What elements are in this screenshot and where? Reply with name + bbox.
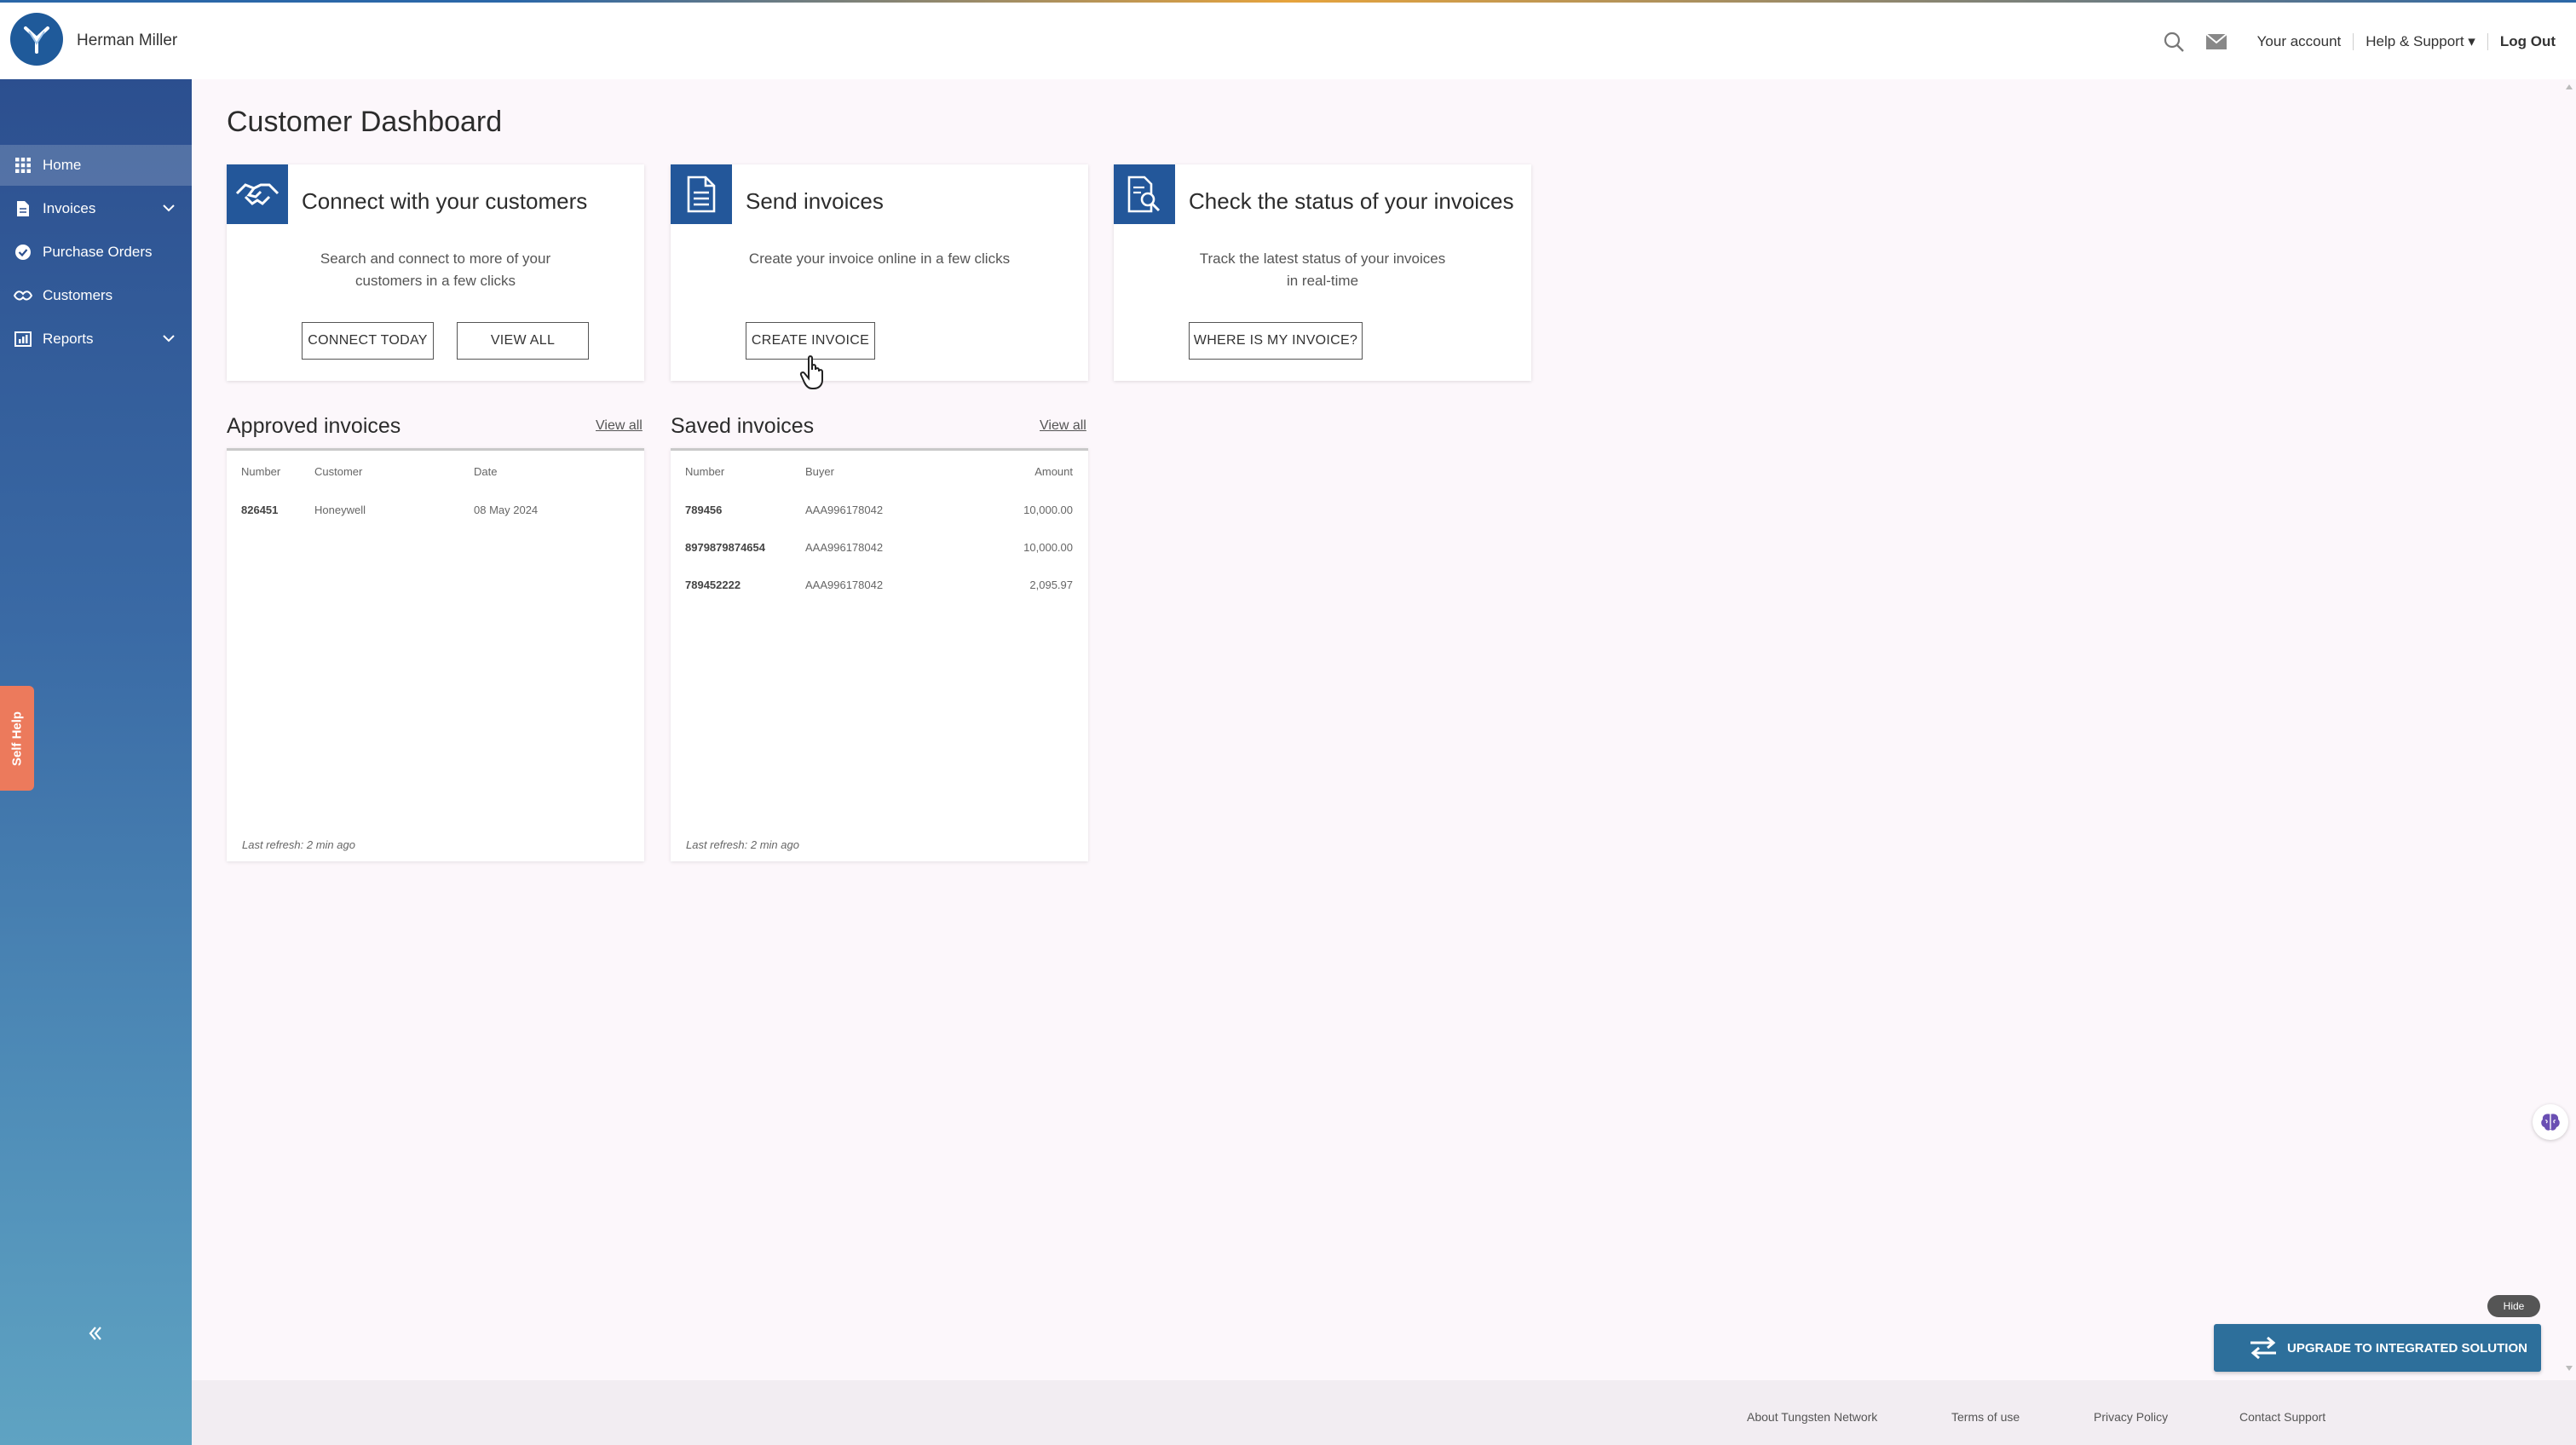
column-header: Date bbox=[474, 465, 498, 478]
connect-customers-card: Connect with your customers Search and c… bbox=[227, 164, 644, 381]
handshake-icon bbox=[227, 164, 288, 224]
check-circle-icon bbox=[14, 243, 32, 262]
approved-view-all-link[interactable]: View all bbox=[596, 418, 643, 434]
invoice-number[interactable]: 789456 bbox=[685, 504, 722, 516]
card-title: Connect with your customers bbox=[302, 188, 588, 214]
footer: About Tungsten Network Terms of use Priv… bbox=[192, 1380, 2576, 1445]
card-description: Create your invoice online in a few clic… bbox=[748, 250, 1011, 267]
document-icon bbox=[14, 199, 32, 218]
company-logo[interactable] bbox=[10, 13, 63, 66]
column-header: Amount bbox=[1034, 465, 1073, 478]
sidebar-item-label: Invoices bbox=[43, 200, 96, 216]
logout-link[interactable]: Log Out bbox=[2488, 33, 2556, 50]
invoice-amount: 10,000.00 bbox=[1023, 504, 1073, 516]
company-name: Herman Miller bbox=[77, 32, 178, 49]
footer-link-contact-support[interactable]: Contact Support bbox=[2239, 1410, 2325, 1424]
invoice-number[interactable]: 789452222 bbox=[685, 579, 741, 591]
buyer-id: AAA996178042 bbox=[805, 504, 884, 516]
hide-label: Hide bbox=[2503, 1300, 2525, 1312]
scroll-down-arrow-icon[interactable] bbox=[2565, 1363, 2573, 1373]
self-help-tab[interactable]: Self Help bbox=[0, 686, 34, 791]
invoice-status-card: Check the status of your invoices Track … bbox=[1114, 164, 1531, 381]
card-description-line: Track the latest status of your invoices bbox=[1199, 250, 1446, 267]
view-all-customers-button[interactable]: VIEW ALL bbox=[457, 322, 589, 360]
invoice-amount: 10,000.00 bbox=[1023, 541, 1073, 554]
sidebar-item-invoices[interactable]: Invoices bbox=[0, 188, 192, 229]
scroll-up-arrow-icon[interactable] bbox=[2565, 82, 2573, 92]
sidebar-item-customers[interactable]: Customers bbox=[0, 275, 192, 316]
approved-invoices-table: Number Customer Date 826451 Honeywell 08… bbox=[227, 448, 644, 861]
handshake-icon bbox=[14, 286, 32, 305]
column-header: Number bbox=[241, 465, 281, 478]
document-search-icon bbox=[1114, 164, 1175, 224]
sidebar-item-label: Reports bbox=[43, 331, 94, 347]
sidebar-item-purchase-orders[interactable]: Purchase Orders bbox=[0, 232, 192, 273]
saved-view-all-link[interactable]: View all bbox=[1040, 418, 1086, 434]
buyer-id: AAA996178042 bbox=[805, 579, 884, 591]
hand-pointer-cursor-icon bbox=[799, 355, 823, 389]
card-description-line: in real-time bbox=[1286, 273, 1359, 289]
search-icon[interactable] bbox=[2160, 28, 2187, 55]
assistant-brain-button[interactable] bbox=[2533, 1104, 2568, 1140]
saved-invoices-title: Saved invoices bbox=[671, 414, 815, 438]
chevron-down-icon[interactable] bbox=[161, 200, 176, 216]
mail-icon[interactable] bbox=[2203, 28, 2230, 55]
report-icon bbox=[14, 330, 32, 348]
invoice-number[interactable]: 826451 bbox=[241, 504, 278, 516]
footer-link-terms[interactable]: Terms of use bbox=[1951, 1410, 2020, 1424]
column-header: Customer bbox=[314, 465, 363, 478]
approved-invoices-title: Approved invoices bbox=[227, 414, 401, 438]
buyer-id: AAA996178042 bbox=[805, 541, 884, 554]
help-support-label: Help & Support bbox=[2366, 33, 2464, 49]
swap-arrows-icon bbox=[2248, 1333, 2279, 1363]
sidebar-item-label: Home bbox=[43, 157, 82, 173]
collapse-sidebar-button[interactable] bbox=[78, 1316, 112, 1350]
help-support-menu[interactable]: Help & Support ▾ bbox=[2354, 33, 2488, 50]
card-title: Send invoices bbox=[746, 188, 884, 214]
column-header: Buyer bbox=[805, 465, 834, 478]
sidebar-item-reports[interactable]: Reports bbox=[0, 319, 192, 360]
grid-icon bbox=[14, 156, 32, 175]
footer-link-about[interactable]: About Tungsten Network bbox=[1747, 1410, 1877, 1424]
card-description: Track the latest status of your invoices… bbox=[1148, 248, 1497, 292]
upgrade-integrated-solution-button[interactable]: UPGRADE TO INTEGRATED SOLUTION bbox=[2214, 1324, 2541, 1372]
brain-icon bbox=[2541, 1114, 2560, 1131]
saved-invoices-table: Number Buyer Amount 789456 AAA996178042 … bbox=[671, 448, 1088, 861]
customer-name: Honeywell bbox=[314, 504, 366, 516]
card-description-line: Search and connect to more of your bbox=[320, 250, 551, 267]
last-refresh: Last refresh: 2 min ago bbox=[686, 838, 799, 851]
header-actions: Your account Help & Support ▾ Log Out bbox=[2160, 28, 2556, 55]
invoice-date: 08 May 2024 bbox=[474, 504, 539, 516]
where-is-my-invoice-button[interactable]: WHERE IS MY INVOICE? bbox=[1189, 322, 1363, 360]
card-description-line: customers in a few clicks bbox=[355, 273, 516, 289]
column-header: Number bbox=[685, 465, 725, 478]
top-header: Herman Miller Your account Help & Suppor… bbox=[0, 3, 2576, 79]
caret-down-icon: ▾ bbox=[2468, 33, 2475, 49]
invoice-number[interactable]: 8979879874654 bbox=[685, 541, 765, 554]
hide-widget-button[interactable]: Hide bbox=[2487, 1295, 2540, 1317]
send-invoices-card: Send invoices Create your invoice online… bbox=[671, 164, 1088, 381]
sidebar-item-home[interactable]: Home bbox=[0, 145, 192, 186]
invoice-amount: 2,095.97 bbox=[1029, 579, 1073, 591]
tungsten-logo-icon bbox=[12, 14, 61, 64]
card-title: Check the status of your invoices bbox=[1189, 188, 1514, 214]
double-chevron-left-icon bbox=[89, 1327, 101, 1340]
chevron-down-icon[interactable] bbox=[161, 331, 176, 346]
footer-link-privacy[interactable]: Privacy Policy bbox=[2094, 1410, 2168, 1424]
upgrade-label: UPGRADE TO INTEGRATED SOLUTION bbox=[2287, 1340, 2527, 1356]
last-refresh: Last refresh: 2 min ago bbox=[242, 838, 355, 851]
sidebar-item-label: Customers bbox=[43, 287, 113, 303]
page-title: Customer Dashboard bbox=[227, 106, 503, 138]
sidebar-item-label: Purchase Orders bbox=[43, 244, 153, 260]
invoice-document-icon bbox=[671, 164, 732, 224]
self-help-label: Self Help bbox=[9, 711, 25, 766]
connect-today-button[interactable]: CONNECT TODAY bbox=[302, 322, 434, 360]
card-description: Search and connect to more of your custo… bbox=[261, 248, 610, 292]
your-account-link[interactable]: Your account bbox=[2245, 33, 2354, 50]
